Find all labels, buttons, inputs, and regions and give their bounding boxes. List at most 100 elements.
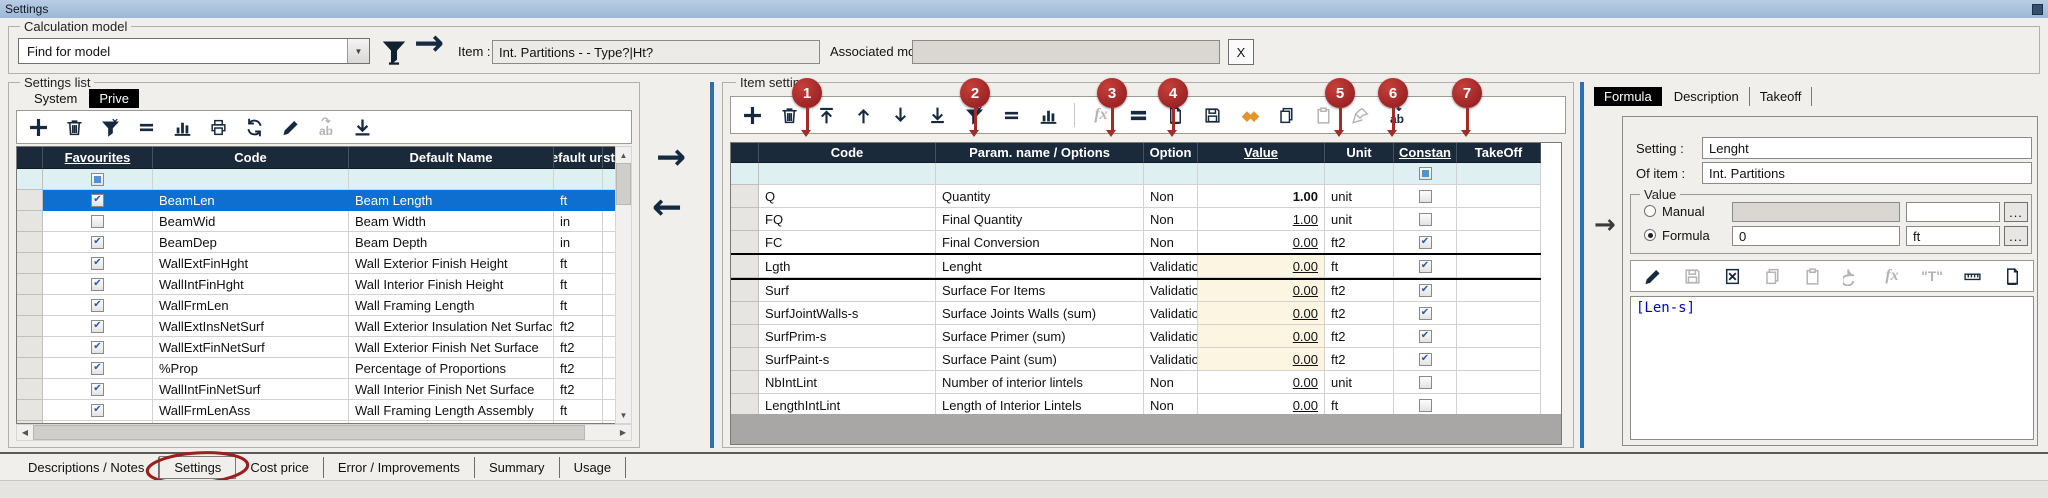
constant-checkbox-cell[interactable] [1394, 255, 1457, 278]
formula-value-field[interactable]: 0 [1732, 226, 1900, 246]
filter-cell[interactable] [1144, 163, 1198, 185]
favourite-checkbox-cell[interactable] [43, 253, 153, 274]
add-icon[interactable] [27, 116, 49, 138]
formula-unit-field[interactable]: ft [1906, 226, 2000, 246]
favourite-checkbox-cell[interactable] [43, 190, 153, 211]
formula-radio[interactable] [1644, 229, 1656, 241]
column-header-Code[interactable]: Code [153, 147, 349, 169]
manual-browse-button[interactable]: ... [2004, 202, 2028, 222]
settings-row-BeamLen[interactable]: BeamLenBeam Lengthft [17, 190, 615, 211]
setting-field[interactable]: Lenght [1702, 137, 2032, 159]
constant-filter-checkbox-cell[interactable] [1394, 163, 1457, 185]
rename-ab-icon[interactable]: ↷ab [315, 116, 337, 138]
column-header-Favourites[interactable]: Favourites [43, 147, 153, 169]
column-header-Code[interactable]: Code [759, 143, 936, 163]
item-setting-row-Q[interactable]: QQuantityNon1.00unit [731, 185, 1541, 208]
filter-cell[interactable] [349, 169, 554, 190]
column-header-efault un[interactable]: efault un [554, 147, 603, 169]
constant-checkbox-cell[interactable] [1394, 208, 1457, 231]
favourite-checkbox[interactable] [91, 257, 104, 270]
constant-checkbox-cell[interactable] [1394, 348, 1457, 371]
item-setting-row-SurfPrim-s[interactable]: SurfPrim-sSurface Primer (sum)Validatio0… [731, 325, 1541, 348]
filter-cell[interactable] [1198, 163, 1325, 185]
chart-icon[interactable] [171, 116, 193, 138]
settings-list-hscrollbar[interactable]: ◀ ▶ [16, 424, 632, 441]
favourite-checkbox[interactable] [91, 278, 104, 291]
formula-editor[interactable]: [Len-s] [1630, 296, 2034, 440]
column-header-Default Name[interactable]: Default Name [349, 147, 554, 169]
filter-cell[interactable] [731, 163, 759, 185]
settings-row-WallFrmLen[interactable]: WallFrmLenWall Framing Lengthft [17, 295, 615, 316]
bottom-tab-descriptions-notes[interactable]: Descriptions / Notes [14, 457, 159, 478]
filter-icon[interactable] [99, 116, 121, 138]
constant-checkbox[interactable] [1419, 213, 1432, 226]
settings-row-WallExtFinNetSurf[interactable]: WallExtFinNetSurfWall Exterior Finish Ne… [17, 337, 615, 358]
panel-tab-description[interactable]: Description [1664, 87, 1750, 106]
settings-row-WallExtFinHght[interactable]: WallExtFinHghtWall Exterior Finish Heigh… [17, 253, 615, 274]
column-header-TakeOff[interactable]: TakeOff [1457, 143, 1541, 163]
constant-checkbox[interactable] [1419, 353, 1432, 366]
column-header-row-selector[interactable] [17, 147, 43, 169]
quote-icon[interactable]: "T" [1921, 265, 1943, 287]
copy-icon[interactable] [1275, 104, 1297, 126]
filter-cell[interactable] [759, 163, 936, 185]
item-setting-row-Lgth[interactable]: LgthLenghtValidatio0.00ft [731, 253, 1541, 280]
item-setting-row-NbIntLint[interactable]: NbIntLintNumber of interior lintelsNon0.… [731, 371, 1541, 394]
item-setting-row-Surf[interactable]: SurfSurface For ItemsValidatio0.00ft2 [731, 279, 1541, 302]
select-all-checkbox[interactable] [91, 173, 104, 186]
item-setting-row-FQ[interactable]: FQFinal QuantityNon1.00unit [731, 208, 1541, 231]
edit-icon[interactable] [1641, 265, 1663, 287]
equals-icon[interactable] [1000, 104, 1022, 126]
favourite-checkbox-cell[interactable] [43, 232, 153, 253]
item-setting-row-SurfJointWalls-s[interactable]: SurfJointWalls-sSurface Joints Walls (su… [731, 302, 1541, 325]
item-setting-row-SurfPaint-s[interactable]: SurfPaint-sSurface Paint (sum)Validatio0… [731, 348, 1541, 371]
favourite-checkbox[interactable] [91, 215, 104, 228]
favourite-checkbox-cell[interactable] [43, 400, 153, 421]
filter-cell[interactable] [554, 169, 603, 190]
filter-cell[interactable] [153, 169, 349, 190]
column-header-Constan[interactable]: Constan [1394, 143, 1457, 163]
link-diamonds-icon[interactable]: ◆◆ [1238, 104, 1260, 126]
model-filter-icon[interactable] [380, 38, 408, 66]
manual-value-field[interactable] [1732, 202, 1900, 222]
transfer-left-arrow-icon[interactable]: ← [652, 190, 682, 226]
combo-dropdown-icon[interactable]: ▼ [347, 39, 369, 63]
settings-row-%Prop[interactable]: %PropPercentage of Proportionsft2 [17, 358, 615, 379]
delete-x-icon[interactable] [1721, 265, 1743, 287]
constant-checkbox[interactable] [1419, 307, 1432, 320]
constant-checkbox[interactable] [1419, 376, 1432, 389]
constant-checkbox-cell[interactable] [1394, 325, 1457, 348]
panel-tab-formula[interactable]: Formula [1594, 87, 1662, 106]
constant-checkbox[interactable] [1419, 399, 1432, 412]
item-setting-row-FC[interactable]: FCFinal ConversionNon0.00ft2 [731, 231, 1541, 254]
filter-cell[interactable] [17, 169, 43, 190]
constant-checkbox[interactable] [1419, 260, 1432, 273]
favourite-checkbox[interactable] [91, 236, 104, 249]
save-icon[interactable] [1201, 104, 1223, 126]
settings-list-tab-system[interactable]: System [24, 89, 87, 108]
window-titlebar[interactable]: Settings [0, 0, 2048, 18]
favourite-checkbox-cell[interactable] [43, 211, 153, 232]
favourite-checkbox-cell[interactable] [43, 295, 153, 316]
favourite-checkbox[interactable] [91, 341, 104, 354]
filter-cell[interactable] [1457, 163, 1541, 185]
favourites-filter-checkbox-cell[interactable] [43, 169, 153, 190]
favourite-checkbox[interactable] [91, 404, 104, 417]
item-field[interactable]: Int. Partitions - - Type?|Ht? [492, 40, 820, 64]
settings-row-WallExtInsNetSurf[interactable]: WallExtInsNetSurfWall Exterior Insulatio… [17, 316, 615, 337]
settings-row-WallIntFinNetSurf[interactable]: WallIntFinNetSurfWall Interior Finish Ne… [17, 379, 615, 400]
thick-equals-icon[interactable] [1127, 104, 1149, 126]
constant-checkbox[interactable] [1419, 330, 1432, 343]
manual-unit-field[interactable] [1906, 202, 2000, 222]
of-item-field[interactable]: Int. Partitions [1702, 162, 2032, 184]
move-up-icon[interactable] [852, 104, 874, 126]
titlebar-control-icon[interactable] [2032, 4, 2043, 15]
constant-checkbox-cell[interactable] [1394, 279, 1457, 302]
settings-row-WallIntFinHght[interactable]: WallIntFinHghtWall Interior Finish Heigh… [17, 274, 615, 295]
constant-select-all-checkbox[interactable] [1419, 167, 1432, 180]
bottom-tab-usage[interactable]: Usage [560, 457, 627, 478]
bottom-tab-summary[interactable]: Summary [475, 457, 560, 478]
column-header-Param. name / Options[interactable]: Param. name / Options [936, 143, 1144, 163]
column-header-Value[interactable]: Value [1198, 143, 1325, 163]
favourite-checkbox-cell[interactable] [43, 379, 153, 400]
